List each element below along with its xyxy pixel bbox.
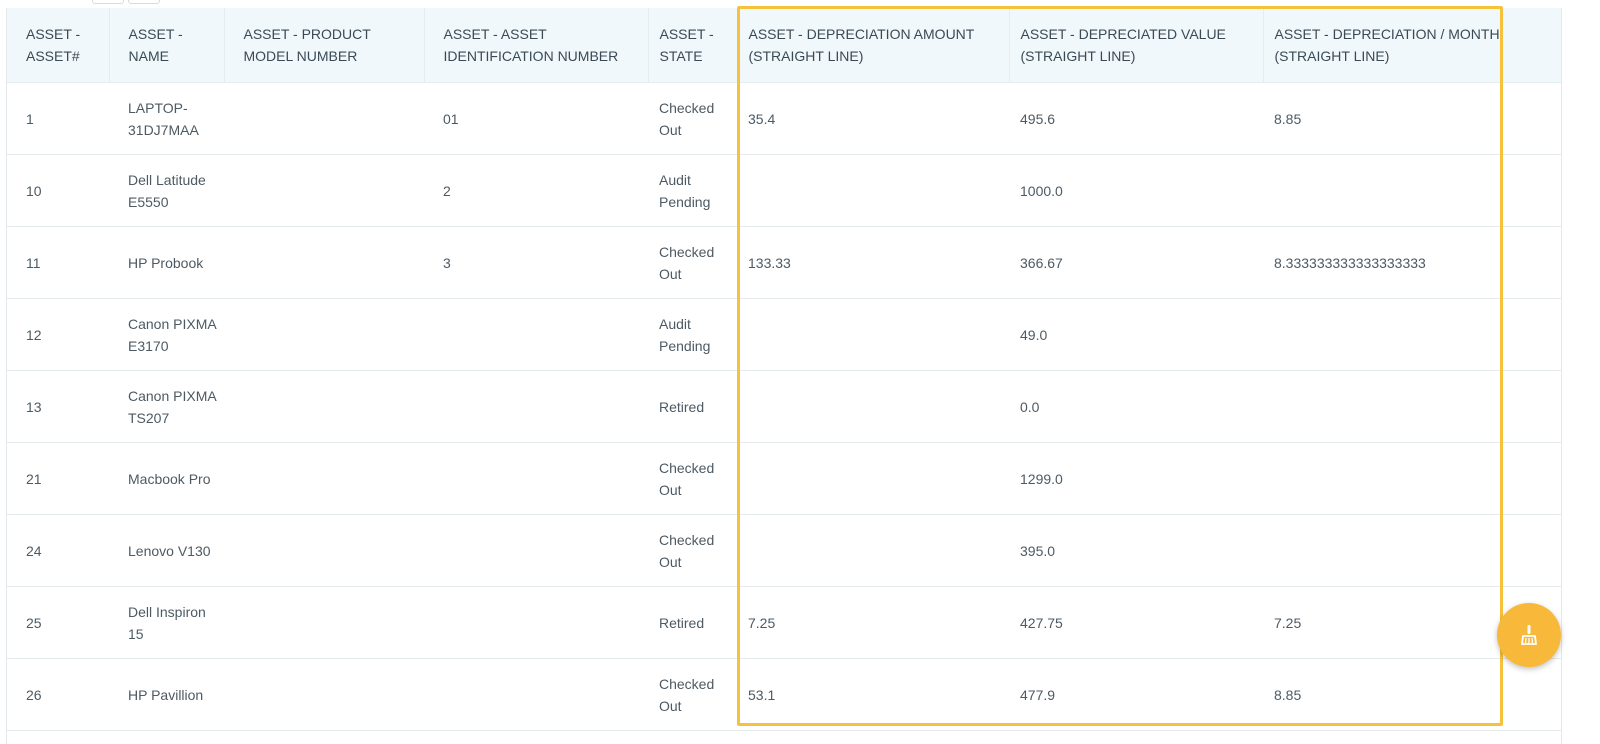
cell-depreciation-amount (737, 298, 1009, 371)
cell-product-model-number (224, 154, 424, 227)
cell-depreciation-amount: 7.25 (737, 586, 1009, 659)
cell-depreciation-per-month: 8.85 (1263, 82, 1561, 155)
cell-asset-number: 10 (7, 154, 109, 227)
cell-asset-identification-number (424, 586, 648, 659)
cell-depreciation-per-month (1263, 154, 1561, 227)
cell-asset-identification-number: 3 (424, 226, 648, 299)
cell-depreciated-value: 427.75 (1009, 586, 1263, 659)
column-header-name[interactable]: ASSET - NAME (109, 8, 225, 83)
cell-product-model-number (224, 370, 424, 443)
cell-depreciation-amount (737, 370, 1009, 443)
cell-depreciated-value: 477.9 (1009, 658, 1263, 731)
table-body: 1 LAPTOP-31DJ7MAA 01 Checked Out 35.4 495.6 8.… (7, 82, 1561, 731)
cell-name: LAPTOP-31DJ7MAA (109, 82, 224, 155)
cell-depreciated-value: 395.0 (1009, 514, 1263, 587)
cell-asset-identification-number (424, 298, 648, 371)
table-row[interactable]: 13 Canon PIXMA TS207 Retired 0.0 (7, 370, 1561, 443)
asset-report-page: ASSET - ASSET# ASSET - NAME ASSET - PROD… (0, 0, 1600, 744)
clear-filters-button[interactable] (1497, 603, 1561, 667)
cell-state: Audit Pending (648, 298, 737, 371)
cell-depreciated-value: 495.6 (1009, 82, 1263, 155)
cell-depreciated-value: 49.0 (1009, 298, 1263, 371)
table-row[interactable]: 11 HP Probook 3 Checked Out 133.33 366.67 8.33… (7, 226, 1561, 299)
prev-page-button[interactable] (92, 0, 124, 4)
cell-depreciated-value: 0.0 (1009, 370, 1263, 443)
table-row[interactable]: 12 Canon PIXMA E3170 Audit Pending 49.0 (7, 298, 1561, 371)
cell-product-model-number (224, 658, 424, 731)
cell-depreciation-amount: 53.1 (737, 658, 1009, 731)
column-header-depreciation-per-month[interactable]: ASSET - DEPRECIATION / MONTH (STRAIGHT L… (1263, 8, 1561, 83)
cell-depreciation-amount (737, 154, 1009, 227)
cell-state: Audit Pending (648, 154, 737, 227)
cell-depreciation-per-month (1263, 370, 1561, 443)
cell-name: HP Probook (109, 226, 224, 299)
cell-product-model-number (224, 514, 424, 587)
cell-name: Canon PIXMA TS207 (109, 370, 224, 443)
cell-name: Dell Inspiron 15 (109, 586, 224, 659)
cell-state: Retired (648, 586, 737, 659)
next-page-button[interactable] (128, 0, 160, 4)
cell-name: Lenovo V130 (109, 514, 224, 587)
cell-name: Dell Latitude E5550 (109, 154, 224, 227)
cell-depreciation-amount (737, 442, 1009, 515)
column-header-asset-number[interactable]: ASSET - ASSET# (7, 8, 110, 83)
cell-depreciated-value: 1000.0 (1009, 154, 1263, 227)
cell-asset-identification-number (424, 442, 648, 515)
cell-asset-identification-number (424, 514, 648, 587)
table-row[interactable]: 21 Macbook Pro Checked Out 1299.0 (7, 442, 1561, 515)
table-header: ASSET - ASSET# ASSET - NAME ASSET - PROD… (7, 8, 1561, 83)
cell-asset-identification-number (424, 658, 648, 731)
column-header-state[interactable]: ASSET - STATE (648, 8, 738, 83)
asset-table-container: ASSET - ASSET# ASSET - NAME ASSET - PROD… (6, 8, 1562, 744)
cell-product-model-number (224, 298, 424, 371)
column-header-depreciated-value[interactable]: ASSET - DEPRECIATED VALUE (STRAIGHT LINE… (1009, 8, 1264, 83)
cell-asset-identification-number: 2 (424, 154, 648, 227)
top-controls (92, 0, 160, 4)
column-header-depreciation-amount[interactable]: ASSET - DEPRECIATION AMOUNT (STRAIGHT LI… (737, 8, 1010, 83)
cell-name: Macbook Pro (109, 442, 224, 515)
cell-asset-number: 26 (7, 658, 109, 731)
cell-name: Canon PIXMA E3170 (109, 298, 224, 371)
cell-depreciation-per-month (1263, 442, 1561, 515)
cell-state: Checked Out (648, 442, 737, 515)
table-row[interactable]: 24 Lenovo V130 Checked Out 395.0 (7, 514, 1561, 587)
cell-asset-number: 24 (7, 514, 109, 587)
cell-state: Checked Out (648, 514, 737, 587)
asset-table: ASSET - ASSET# ASSET - NAME ASSET - PROD… (7, 8, 1561, 731)
cell-state: Checked Out (648, 82, 737, 155)
table-row[interactable]: 10 Dell Latitude E5550 2 Audit Pending 1000.… (7, 154, 1561, 227)
cell-depreciation-per-month: 8.333333333333333333 (1263, 226, 1561, 299)
broom-icon (1520, 624, 1538, 646)
cell-product-model-number (224, 442, 424, 515)
column-header-asset-identification-number[interactable]: ASSET - ASSET IDENTIFICATION NUMBER (424, 8, 649, 83)
cell-depreciation-amount: 35.4 (737, 82, 1009, 155)
cell-depreciation-amount: 133.33 (737, 226, 1009, 299)
cell-asset-identification-number: 01 (424, 82, 648, 155)
table-row[interactable]: 25 Dell Inspiron 15 Retired 7.25 427.75 7.25 (7, 586, 1561, 659)
cell-depreciation-per-month (1263, 514, 1561, 587)
cell-product-model-number (224, 586, 424, 659)
cell-state: Checked Out (648, 226, 737, 299)
cell-asset-number: 11 (7, 226, 109, 299)
cell-product-model-number (224, 82, 424, 155)
cell-state: Checked Out (648, 658, 737, 731)
cell-asset-number: 1 (7, 82, 109, 155)
cell-depreciated-value: 366.67 (1009, 226, 1263, 299)
cell-asset-number: 25 (7, 586, 109, 659)
cell-product-model-number (224, 226, 424, 299)
table-row[interactable]: 1 LAPTOP-31DJ7MAA 01 Checked Out 35.4 495.6 8.… (7, 82, 1561, 155)
cell-asset-number: 12 (7, 298, 109, 371)
cell-asset-number: 21 (7, 442, 109, 515)
cell-depreciation-per-month: 8.85 (1263, 658, 1561, 731)
cell-asset-number: 13 (7, 370, 109, 443)
column-header-product-model-number[interactable]: ASSET - PRODUCT MODEL NUMBER (224, 8, 425, 83)
cell-depreciated-value: 1299.0 (1009, 442, 1263, 515)
table-row[interactable]: 26 HP Pavillion Checked Out 53.1 477.9 8.85 (7, 658, 1561, 731)
cell-depreciation-amount (737, 514, 1009, 587)
cell-name: HP Pavillion (109, 658, 224, 731)
cell-asset-identification-number (424, 370, 648, 443)
cell-depreciation-per-month (1263, 298, 1561, 371)
cell-state: Retired (648, 370, 737, 443)
